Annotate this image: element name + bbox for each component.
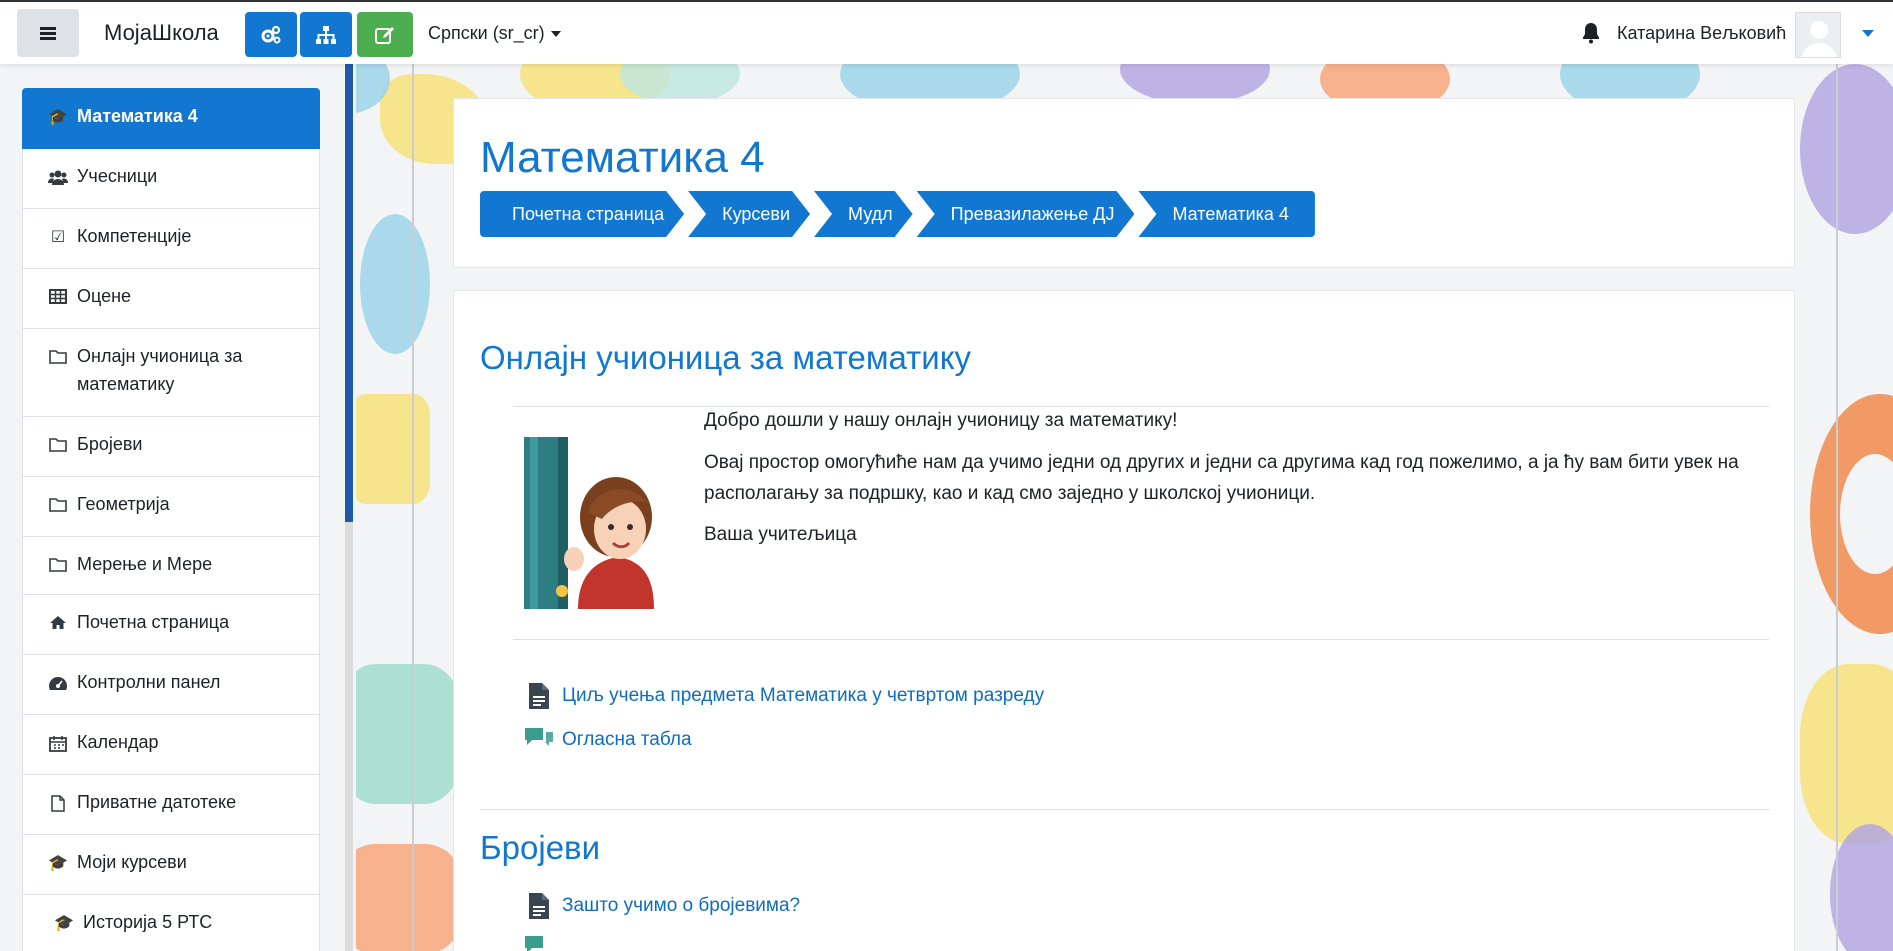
- activity-forum-announcements[interactable]: Огласна табла: [524, 725, 692, 755]
- site-structure-button[interactable]: [300, 12, 352, 57]
- hamburger-icon: [40, 27, 56, 40]
- drawer-item-home[interactable]: Почетна страница: [22, 594, 320, 655]
- activity-page-learning-goal[interactable]: Циљ учења предмета Математика у четвртом…: [524, 681, 1044, 711]
- drawer-item-course-history[interactable]: 🎓 Историја 5 РТС: [22, 895, 320, 951]
- avatar[interactable]: [1795, 12, 1841, 58]
- page-icon: [524, 681, 554, 711]
- drawer-item-label: Математика 4: [77, 106, 198, 126]
- notifications-button[interactable]: [1582, 22, 1600, 49]
- drawer-item-calendar[interactable]: Календар: [22, 715, 320, 775]
- graduation-cap-icon: 🎓: [54, 915, 74, 932]
- graduation-cap-icon: 🎓: [48, 855, 68, 872]
- section-divider: [480, 809, 1770, 810]
- drawer-item-label: Геометрија: [77, 494, 170, 514]
- course-navigation: 🎓 Математика 4 Учесници ☑ Компетенције О…: [22, 88, 320, 597]
- drawer-item-label: Моји курсеви: [77, 852, 187, 872]
- breadcrumb-item-moodle[interactable]: Мудл: [814, 191, 913, 237]
- divider: [513, 639, 1769, 640]
- chevron-down-icon: [550, 31, 561, 38]
- drawer-item-section-online-classroom[interactable]: Онлајн учионица за математику: [22, 329, 320, 417]
- edit-mode-button[interactable]: [357, 12, 413, 57]
- bell-icon: [1583, 23, 1599, 44]
- drawer-item-section-geometry[interactable]: Геометрија: [22, 477, 320, 537]
- breadcrumb-item-category[interactable]: Превазилажење ДЈ: [917, 191, 1135, 237]
- drawer-item-dashboard[interactable]: Контролни панел: [22, 655, 320, 715]
- activity-link[interactable]: Зашто учимо о бројевима?: [562, 895, 800, 917]
- page-title: Математика 4: [480, 133, 765, 182]
- drawer-item-label: Бројеви: [77, 434, 143, 454]
- page-right-border: [1836, 64, 1838, 951]
- activity-partially-visible[interactable]: [524, 933, 562, 951]
- folder-icon: [47, 437, 69, 457]
- drawer-item-label: Историја 5 РТС: [83, 912, 213, 932]
- check-square-icon: ☑: [50, 229, 66, 246]
- sitemap-icon: [316, 25, 336, 44]
- calendar-icon: [47, 735, 69, 757]
- site-navigation: Почетна страница Контролни панел Календа…: [22, 594, 320, 951]
- dashboard-icon: [47, 675, 69, 696]
- home-icon: [47, 615, 69, 635]
- drawer-item-label: Компетенције: [77, 226, 192, 246]
- drawer-scrollbar-thumb[interactable]: [345, 64, 353, 522]
- breadcrumb-item-home[interactable]: Почетна страница: [480, 191, 684, 237]
- admin-settings-button[interactable]: [245, 12, 297, 57]
- site-brand[interactable]: МојаШкола: [104, 20, 219, 46]
- page-icon: [524, 891, 554, 921]
- breadcrumb: Почетна страница Курсеви Мудл Превазилаж…: [480, 191, 1319, 237]
- drawer-item-label: Календар: [77, 732, 159, 752]
- page-header: Математика 4 Почетна страница Курсеви Му…: [453, 98, 1795, 268]
- drawer-item-grades[interactable]: Оцене: [22, 269, 320, 329]
- activity-link[interactable]: Циљ учења предмета Математика у четвртом…: [562, 685, 1044, 707]
- drawer-item-label: Учесници: [77, 166, 158, 186]
- cogs-icon: [261, 25, 281, 43]
- graduation-cap-icon: 🎓: [48, 109, 68, 126]
- side-drawer: 🎓 Математика 4 Учесници ☑ Компетенције О…: [0, 64, 356, 951]
- drawer-item-section-measurement[interactable]: Мерење и Мере: [22, 537, 320, 597]
- activity-link[interactable]: Огласна табла: [562, 729, 692, 751]
- drawer-item-course[interactable]: 🎓 Математика 4: [22, 88, 320, 149]
- drawer-item-label: Онлајн учионица за математику: [77, 346, 243, 394]
- language-menu[interactable]: Српски (sr_cr): [428, 23, 561, 44]
- teacher-welcome-illustration: [524, 437, 654, 609]
- file-icon: [47, 795, 69, 817]
- user-name[interactable]: Катарина Вељковић: [1617, 23, 1786, 44]
- drawer-item-label: Приватне датотеке: [77, 792, 237, 812]
- breadcrumb-item-course[interactable]: Математика 4: [1138, 191, 1315, 237]
- forum-icon: [524, 933, 554, 951]
- user-menu-chevron-icon[interactable]: [1862, 30, 1874, 37]
- course-content: Онлајн учионица за математику Добро дошл…: [453, 290, 1795, 951]
- folder-icon: [47, 497, 69, 517]
- edit-icon: [375, 26, 394, 44]
- drawer-item-label: Контролни панел: [77, 672, 221, 692]
- drawer-item-participants[interactable]: Учесници: [22, 149, 320, 209]
- drawer-item-label: Почетна страница: [77, 612, 230, 632]
- drawer-item-private-files[interactable]: Приватне датотеке: [22, 775, 320, 835]
- forum-icon: [524, 725, 554, 755]
- drawer-scrollbar[interactable]: [345, 64, 353, 951]
- top-navbar: МојаШкола Српски (sr_cr) Катарина Вељков…: [0, 0, 1893, 64]
- welcome-paragraph-1: Добро дошли у нашу онлајн учионицу за ма…: [704, 410, 1178, 431]
- folder-icon: [47, 349, 69, 369]
- drawer-item-section-numbers[interactable]: Бројеви: [22, 417, 320, 477]
- drawer-item-label: Оцене: [77, 286, 132, 306]
- breadcrumb-item-courses[interactable]: Курсеви: [688, 191, 810, 237]
- welcome-paragraph-2: Овај простор омогућиће нам да учимо једн…: [704, 452, 1739, 504]
- section-title-numbers[interactable]: Бројеви: [480, 829, 600, 867]
- drawer-item-competencies[interactable]: ☑ Компетенције: [22, 209, 320, 269]
- section-title-online-classroom[interactable]: Онлајн учионица за математику: [480, 339, 971, 377]
- table-icon: [47, 289, 69, 309]
- users-icon: [47, 169, 69, 190]
- folder-icon: [47, 557, 69, 577]
- drawer-item-my-courses[interactable]: 🎓 Моји курсеви: [22, 835, 320, 895]
- drawer-toggle-button[interactable]: [17, 9, 79, 57]
- welcome-signature: Ваша учитељица: [704, 524, 857, 545]
- page-left-border: [412, 64, 414, 951]
- language-label: Српски (sr_cr): [428, 23, 545, 43]
- user-avatar-icon: [1796, 13, 1840, 57]
- activity-page-why-numbers[interactable]: Зашто учимо о бројевима?: [524, 891, 800, 921]
- drawer-item-label: Мерење и Мере: [77, 554, 213, 574]
